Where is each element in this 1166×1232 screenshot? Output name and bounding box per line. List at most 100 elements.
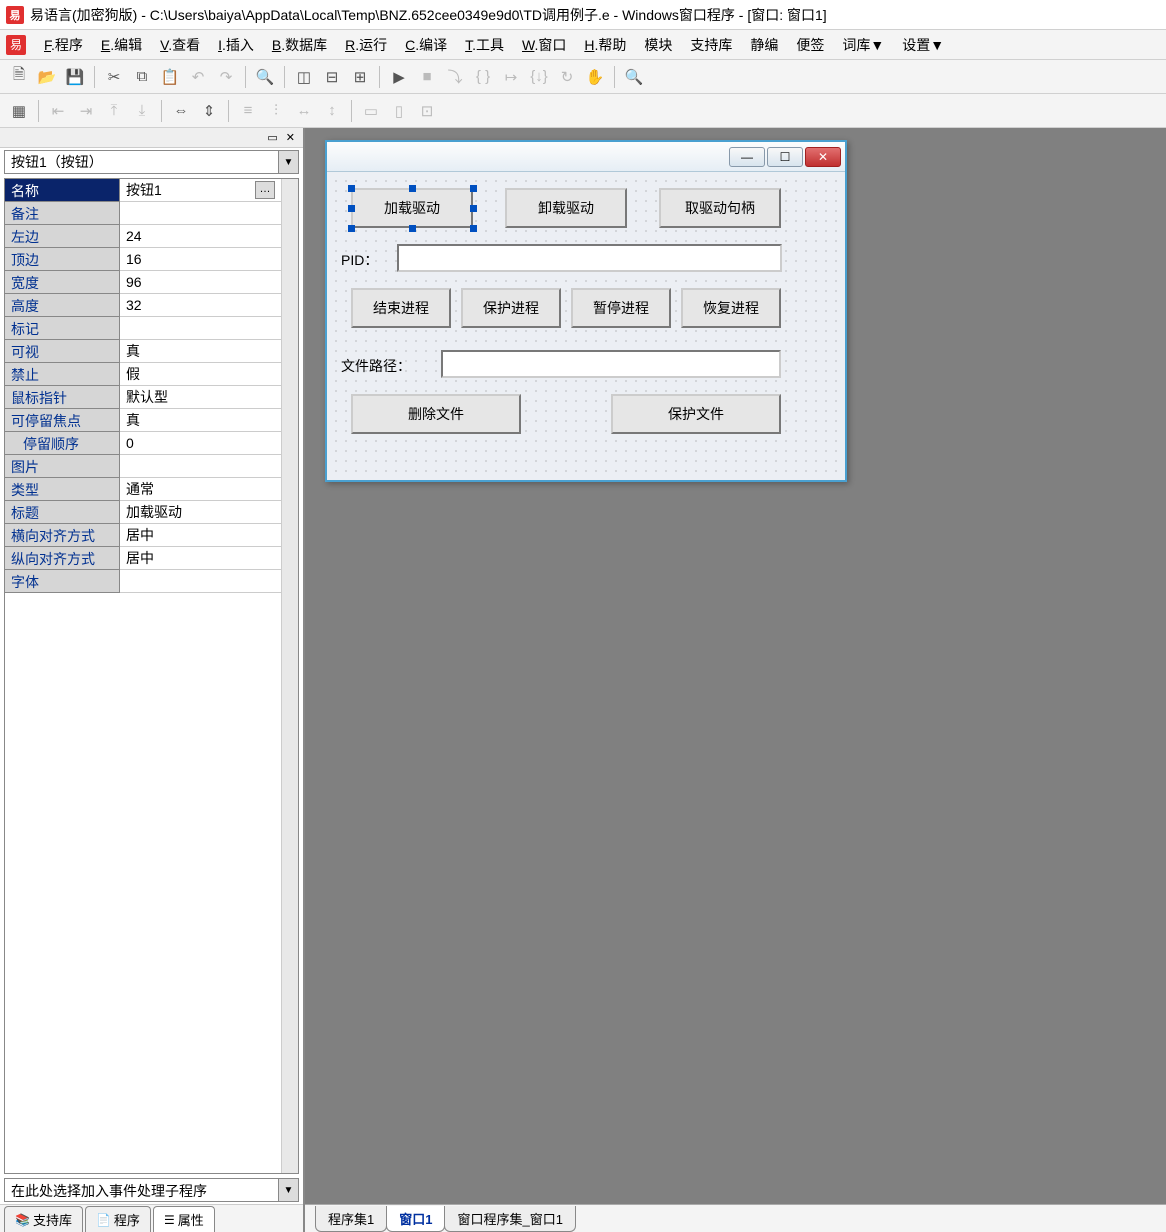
property-value[interactable]: 按钮1… [120,179,281,202]
resize-handle[interactable] [470,185,477,192]
close-button[interactable]: ✕ [805,147,841,167]
left-tab[interactable]: ☰属性 [153,1206,215,1232]
object-selector-combo[interactable]: ▼ [4,150,299,174]
run-button[interactable]: ▶ [386,64,412,90]
paste-button[interactable]: 📋 [157,64,183,90]
editor-tab[interactable]: 程序集1 [315,1206,387,1232]
property-row[interactable]: 可停留焦点真 [5,409,281,432]
menu-item[interactable]: 词库▼ [834,32,892,58]
property-value[interactable]: 默认型 [120,386,281,409]
form-window[interactable]: — ☐ ✕ 加载驱动 卸载驱动 取驱动句柄 PID [325,140,847,482]
center-h-button[interactable]: ⇔ [168,98,194,124]
property-value[interactable]: 居中 [120,524,281,547]
menu-item[interactable]: I.插入 [210,32,262,58]
end-process-button[interactable]: 结束进程 [351,288,451,328]
protect-file-button[interactable]: 保护文件 [611,394,781,434]
property-value[interactable]: 24 [120,225,281,248]
resize-handle[interactable] [409,185,416,192]
send-back-button[interactable]: ▯ [386,98,412,124]
property-row[interactable]: 左边24 [5,225,281,248]
menu-item[interactable]: R.运行 [337,32,395,58]
pause-process-button[interactable]: 暂停进程 [571,288,671,328]
layout3-button[interactable]: ⊞ [347,64,373,90]
property-value[interactable]: 通常 [120,478,281,501]
resize-handle[interactable] [470,205,477,212]
resize-handle[interactable] [470,225,477,232]
dist-h-button[interactable]: ↔ [291,98,317,124]
dock-close-icon[interactable]: ✕ [284,131,297,144]
step-out-button[interactable]: ↦ [498,64,524,90]
property-row[interactable]: 顶边16 [5,248,281,271]
resume-process-button[interactable]: 恢复进程 [681,288,781,328]
menu-item[interactable]: C.编译 [397,32,455,58]
property-value[interactable] [120,455,281,478]
property-row[interactable]: 横向对齐方式居中 [5,524,281,547]
pid-input[interactable] [397,244,782,272]
property-scrollbar[interactable] [281,179,298,1173]
unload-driver-button[interactable]: 卸载驱动 [505,188,627,228]
property-row[interactable]: 禁止假 [5,363,281,386]
same-height-button[interactable]: ⫶ [263,98,289,124]
form-body[interactable]: 加载驱动 卸载驱动 取驱动句柄 PID： 结束进程 保护进程 暂停进程 恢复进程 [327,172,845,480]
ellipsis-button[interactable]: … [255,181,275,199]
get-handle-button[interactable]: 取驱动句柄 [659,188,781,228]
property-value[interactable]: 16 [120,248,281,271]
menu-item[interactable]: 便签 [788,32,832,58]
property-row[interactable]: 停留顺序0 [5,432,281,455]
menu-item[interactable]: 静编 [742,32,786,58]
property-value[interactable] [120,570,281,593]
property-value[interactable]: 假 [120,363,281,386]
menu-item[interactable]: V.查看 [152,32,208,58]
cut-button[interactable]: ✂ [101,64,127,90]
find-button[interactable]: 🔍 [621,64,647,90]
property-value[interactable] [120,202,281,225]
save-file-button[interactable]: 💾 [62,64,88,90]
left-tab[interactable]: 📚支持库 [4,1206,83,1232]
align-bottom-button[interactable]: ⤓ [129,98,155,124]
property-row[interactable]: 备注 [5,202,281,225]
menu-item[interactable]: 支持库 [682,32,740,58]
property-value[interactable]: 0 [120,432,281,455]
resize-handle[interactable] [348,185,355,192]
dock-pin-icon[interactable]: ▭ [265,131,279,144]
menu-item[interactable]: 设置▼ [894,32,952,58]
stop-button[interactable]: ■ [414,64,440,90]
group-button[interactable]: ⊡ [414,98,440,124]
property-value[interactable]: 居中 [120,547,281,570]
breakpoint-button[interactable]: {↓} [526,64,552,90]
property-value[interactable] [120,317,281,340]
step-into-button[interactable]: { } [470,64,496,90]
menu-item[interactable]: W.窗口 [514,32,574,58]
property-value[interactable]: 真 [120,340,281,363]
property-row[interactable]: 名称按钮1… [5,179,281,202]
preview-button[interactable]: 🔍 [252,64,278,90]
property-row[interactable]: 图片 [5,455,281,478]
menu-item[interactable]: H.帮助 [576,32,634,58]
layout2-button[interactable]: ⊟ [319,64,345,90]
property-value[interactable]: 加载驱动 [120,501,281,524]
load-driver-button[interactable]: 加载驱动 [351,188,473,228]
menu-item[interactable]: T.工具 [457,32,512,58]
continue-button[interactable]: ↻ [554,64,580,90]
object-selector-input[interactable] [5,151,278,173]
undo-button[interactable]: ↶ [185,64,211,90]
chevron-down-icon[interactable]: ▼ [278,151,298,173]
editor-tab[interactable]: 窗口1 [386,1206,445,1232]
hand-button[interactable]: ✋ [582,64,608,90]
property-row[interactable]: 字体 [5,570,281,593]
property-row[interactable]: 标记 [5,317,281,340]
resize-handle[interactable] [348,205,355,212]
property-row[interactable]: 标题加载驱动 [5,501,281,524]
property-row[interactable]: 可视真 [5,340,281,363]
align-right-button[interactable]: ⇥ [73,98,99,124]
align-top-button[interactable]: ⤒ [101,98,127,124]
menu-item[interactable]: E.编辑 [93,32,150,58]
property-value[interactable]: 32 [120,294,281,317]
redo-button[interactable]: ↷ [213,64,239,90]
property-value[interactable]: 真 [120,409,281,432]
copy-button[interactable]: ⧉ [129,64,155,90]
left-tab[interactable]: 📄程序 [85,1206,151,1232]
maximize-button[interactable]: ☐ [767,147,803,167]
same-width-button[interactable]: ≡ [235,98,261,124]
center-v-button[interactable]: ⇕ [196,98,222,124]
